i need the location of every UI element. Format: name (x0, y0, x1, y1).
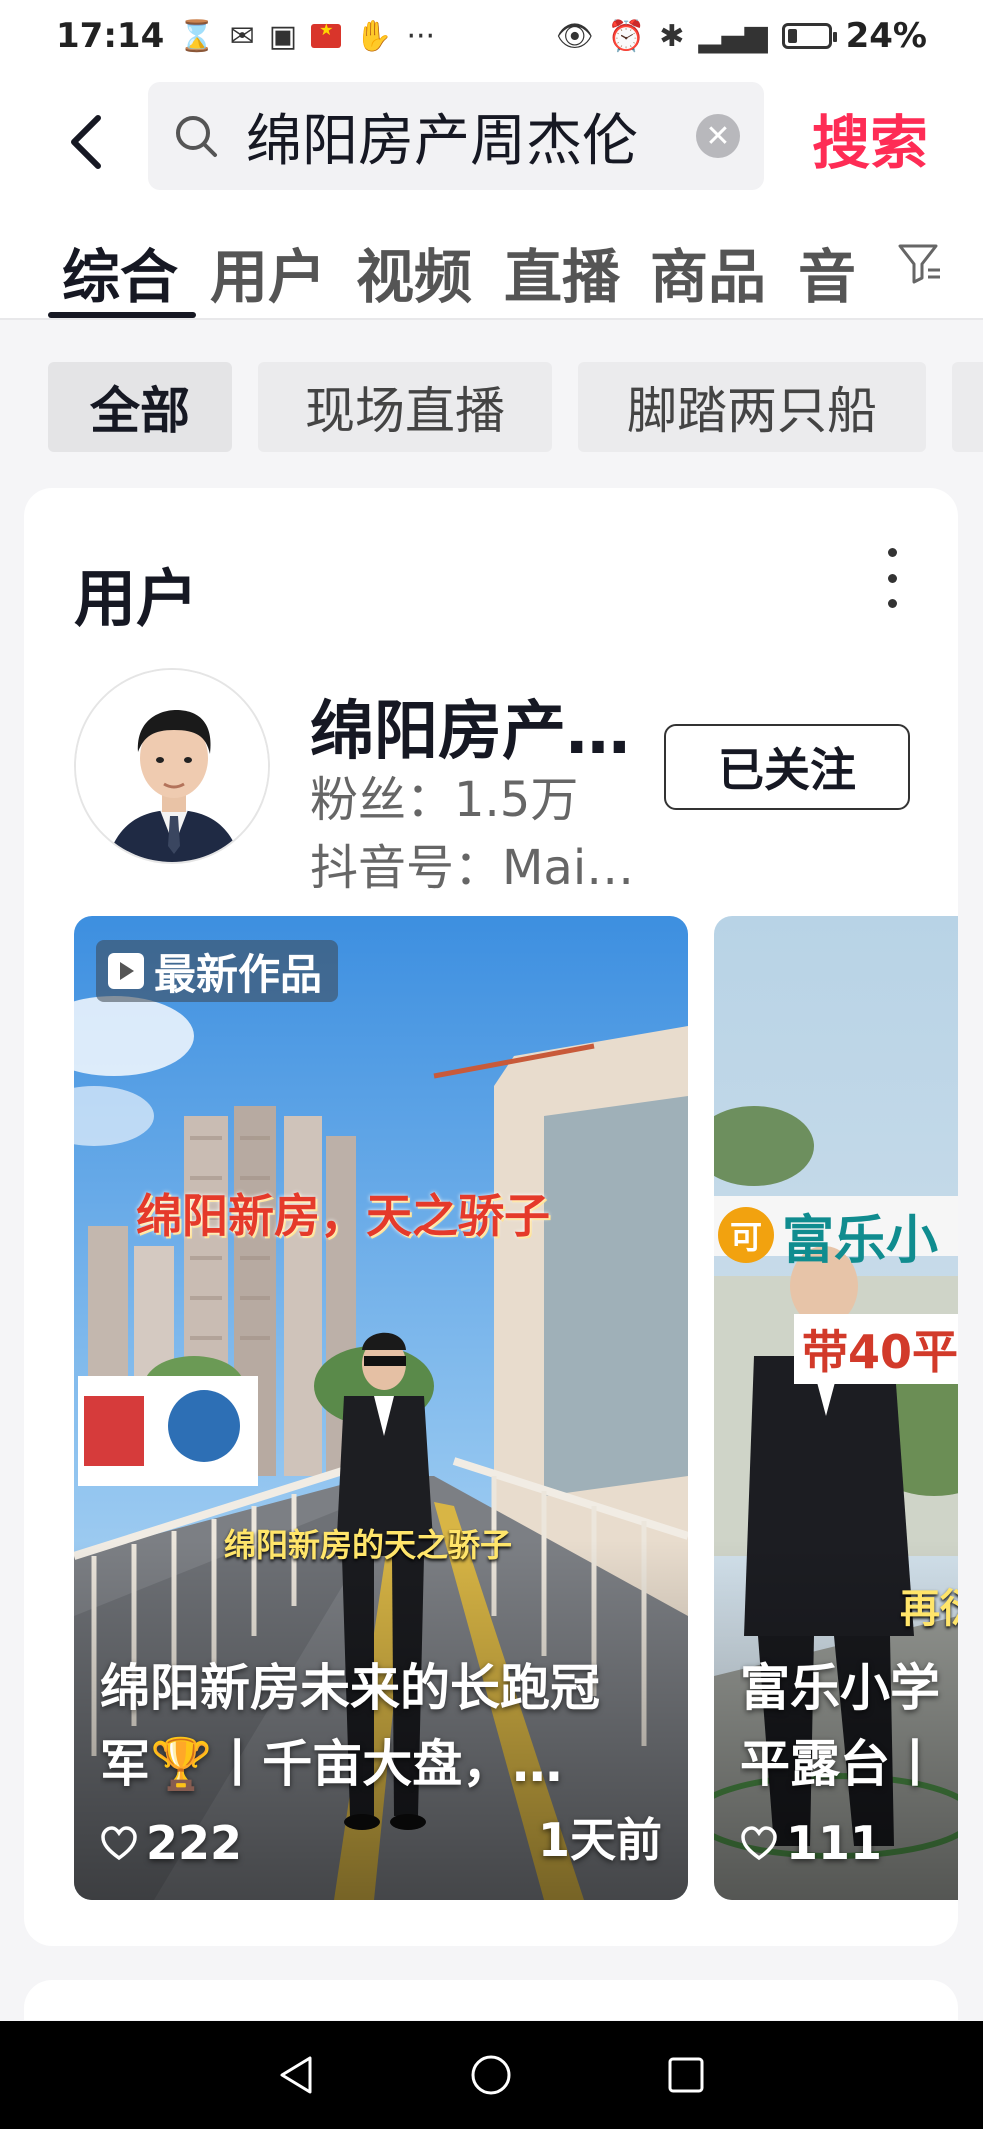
tab-live[interactable]: 直播 (504, 230, 620, 314)
tab-videos[interactable]: 视频 (356, 230, 472, 314)
more-notifications-icon: ··· (406, 18, 436, 54)
notification-icon: ▣ (268, 18, 298, 54)
tab-music[interactable]: 音 (798, 230, 860, 314)
search-query-text: 绵阳房产周杰伦 (246, 108, 638, 174)
latest-work-label: 最新作品 (154, 949, 323, 999)
heart-icon (101, 1826, 137, 1861)
user-name[interactable]: 绵阳房产… (310, 680, 630, 772)
hand-icon: ✋ (355, 18, 393, 54)
active-tab-indicator (48, 312, 196, 318)
video-card[interactable]: 最新作品 绵阳新房，天之骄子 绵阳新房的天之骄子 绵阳新房未来的长跑冠 军🏆丨千… (74, 916, 688, 1900)
hourglass-icon: ⌛ (178, 18, 216, 54)
overlay-tag-text: 富乐小 (782, 1210, 939, 1271)
nav-back-icon[interactable] (274, 2052, 320, 2098)
signal-icon: ▂▄▆ (698, 18, 768, 54)
result-tabs: 综合 用户 视频 直播 商品 音 (0, 212, 983, 320)
video-overlay-caption: 绵阳新房的天之骄子 (224, 1526, 513, 1564)
battery-percent: 24% (845, 16, 927, 56)
search-icon (176, 116, 217, 157)
nav-home-icon[interactable] (468, 2052, 514, 2098)
video-likes: 111 (740, 1816, 882, 1870)
filter-chips: 全部 现场直播 脚踏两只船 (0, 320, 983, 470)
more-options-icon[interactable] (882, 548, 902, 608)
wechat-icon: ✉ (229, 18, 255, 54)
status-bar: 17:14 ⌛ ✉ ▣ ✋ ··· 👁 ⏰ ✱ ▂▄▆ 24% (0, 0, 983, 72)
clear-icon[interactable]: ✕ (696, 114, 740, 158)
avatar-portrait (76, 670, 268, 862)
video-likes: 222 (100, 1816, 242, 1870)
back-button[interactable] (56, 102, 116, 182)
video-title-line2: 军🏆丨千亩大盘，… (100, 1735, 563, 1793)
tag-badge-icon: 可 (718, 1207, 774, 1263)
bluetooth-icon: ✱ (659, 18, 685, 54)
video-overlay-headline: 绵阳新房，天之骄子 (136, 1189, 550, 1243)
user-section-card: 用户 绵阳房产… 粉丝：1.5万 抖音号：Mai… 已关注 最新作品 绵阳新房，… (24, 488, 958, 1946)
like-count: 111 (786, 1816, 883, 1870)
video-title-line1: 绵阳新房未来的长跑冠 (100, 1659, 600, 1717)
video-time: 1天前 (537, 1813, 662, 1867)
video-overlay-sub: 带40平 (794, 1314, 958, 1384)
like-count: 222 (146, 1816, 243, 1870)
avatar[interactable] (74, 668, 270, 864)
video-overlay-tag: 可 富乐小 (714, 1200, 958, 1271)
flag-icon (311, 20, 342, 48)
system-nav-bar (0, 2021, 983, 2129)
nav-recents-icon[interactable] (663, 2052, 709, 2098)
user-douyin-id: 抖音号：Mai… (310, 840, 635, 896)
chip-all[interactable]: 全部 (48, 362, 232, 452)
video-icon (108, 953, 144, 989)
tab-comprehensive[interactable]: 综合 (62, 230, 178, 314)
video-overlay-side: 再衍 (900, 1586, 958, 1632)
back-arrow-icon (71, 115, 101, 169)
user-fans-count: 粉丝：1.5万 (310, 772, 579, 828)
video-card[interactable]: 可 富乐小 带40平 再衍 富乐小学 平露台丨 111 (714, 916, 958, 1900)
filter-icon[interactable] (896, 240, 942, 286)
chip-more[interactable] (952, 362, 983, 452)
tab-products[interactable]: 商品 (650, 230, 766, 314)
chip-two-boats[interactable]: 脚踏两只船 (578, 362, 926, 452)
next-section-card (24, 1980, 958, 2020)
video-title-line2: 平露台丨 (740, 1735, 940, 1793)
search-header: 绵阳房产周杰伦 ✕ 搜索 (0, 72, 983, 212)
alarm-icon: ⏰ (607, 18, 646, 54)
latest-work-badge: 最新作品 (96, 940, 339, 1002)
chip-live-scene[interactable]: 现场直播 (258, 362, 552, 452)
tab-users[interactable]: 用户 (210, 230, 326, 314)
video-title-line1: 富乐小学 (740, 1659, 940, 1717)
heart-icon (741, 1826, 777, 1861)
search-button[interactable]: 搜索 (812, 96, 928, 180)
eye-icon: 👁 (555, 18, 594, 54)
battery-icon (781, 23, 837, 49)
followed-button[interactable]: 已关注 (664, 724, 910, 810)
search-input[interactable]: 绵阳房产周杰伦 ✕ (148, 82, 764, 190)
status-time: 17:14 (56, 16, 165, 56)
section-title: 用户 (74, 562, 199, 635)
